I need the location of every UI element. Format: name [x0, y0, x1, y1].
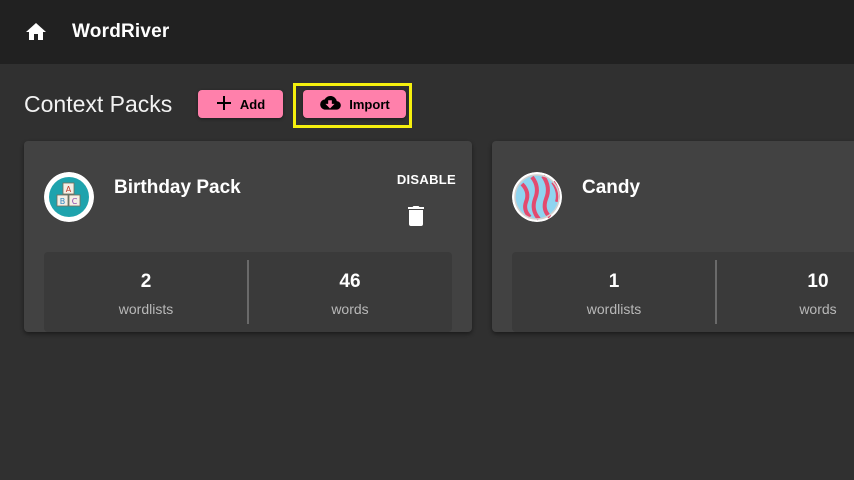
wordlists-stat: 1 wordlists — [512, 252, 716, 332]
app-toolbar: WordRiver — [0, 0, 854, 64]
words-label: words — [799, 301, 837, 317]
wordlists-stat: 2 wordlists — [44, 252, 248, 332]
cloud-download-icon — [319, 95, 342, 114]
plus-icon — [216, 95, 232, 114]
words-stat: 10 words — [716, 252, 854, 332]
pack-name[interactable]: Birthday Pack — [114, 177, 241, 199]
wordlists-count: 2 — [140, 271, 152, 292]
words-count: 10 — [807, 271, 829, 292]
disable-button[interactable]: DISABLE — [397, 172, 456, 187]
wordlists-count: 1 — [608, 271, 620, 292]
words-stat: 46 words — [248, 252, 452, 332]
svg-text:A: A — [66, 185, 72, 194]
context-pack-card[interactable]: Candy 1 wordlists 10 words — [492, 141, 854, 332]
pack-stats: 2 wordlists 46 words — [44, 252, 452, 332]
pack-name[interactable]: Candy — [582, 177, 640, 199]
candy-swirl-icon — [512, 172, 562, 222]
svg-text:B: B — [60, 197, 66, 206]
page-title: Context Packs — [24, 91, 173, 117]
context-pack-card[interactable]: A B C Birthday Pack DISABLE 2 wordlists … — [24, 141, 472, 332]
wordlists-label: wordlists — [118, 301, 174, 317]
trash-icon[interactable] — [406, 204, 426, 226]
home-icon[interactable] — [24, 20, 48, 44]
add-button[interactable]: Add — [198, 90, 283, 118]
svg-text:C: C — [72, 197, 78, 206]
app-title: WordRiver — [72, 21, 170, 42]
wordlists-label: wordlists — [586, 301, 642, 317]
import-button[interactable]: Import — [303, 90, 406, 118]
words-label: words — [331, 301, 369, 317]
import-button-label: Import — [349, 96, 390, 112]
add-button-label: Add — [239, 96, 266, 112]
abc-blocks-icon: A B C — [44, 172, 94, 222]
words-count: 46 — [339, 271, 361, 292]
pack-stats: 1 wordlists 10 words — [512, 252, 854, 332]
